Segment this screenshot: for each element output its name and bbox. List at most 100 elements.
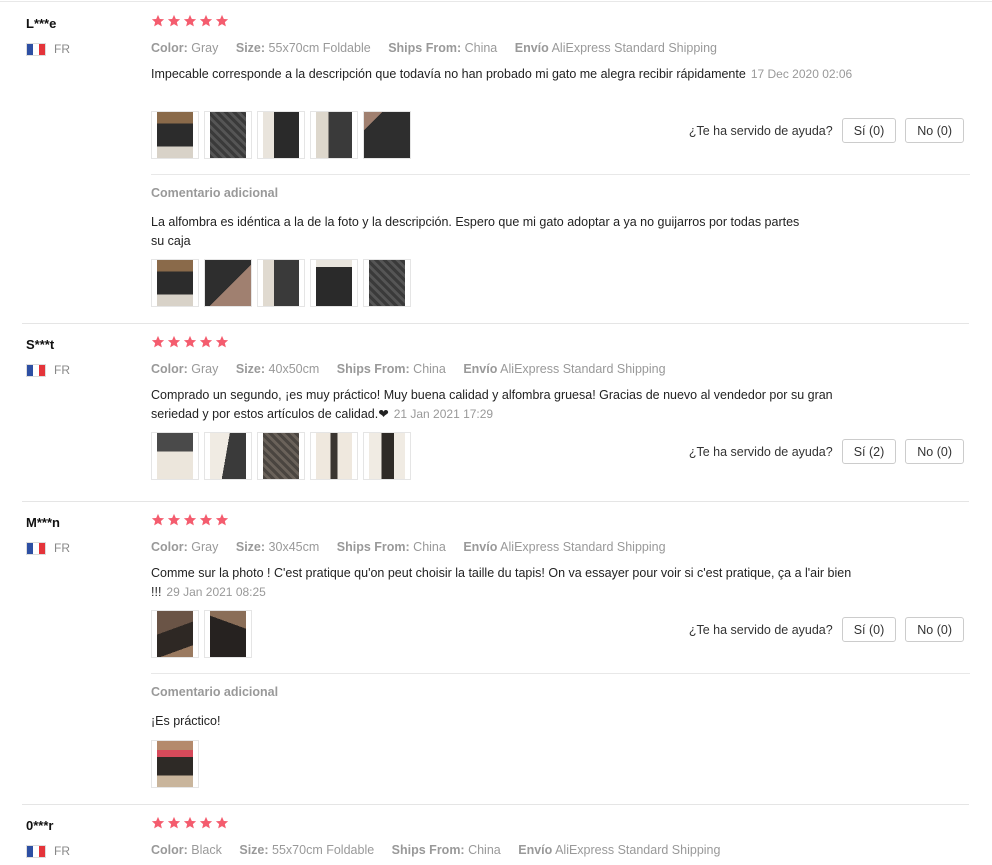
spec-key: Ships From: <box>336 362 410 376</box>
review-date: 21 Jan 2021 17:29 <box>393 406 494 421</box>
spec-value: Gray <box>191 540 219 554</box>
review-photo-thumbnail[interactable] <box>151 259 199 307</box>
star-icon <box>199 14 213 27</box>
reviewer-name: L***e <box>26 16 57 31</box>
spec-value: 55x70cm Foldable <box>268 41 371 55</box>
star-rating <box>151 816 229 830</box>
review-photo-thumbnail[interactable] <box>310 259 358 307</box>
helpful-vote: ¿Te ha servido de ayuda? Sí (2) No (0) <box>689 439 964 464</box>
spec-key: Size: <box>235 540 266 554</box>
spec-key: Color: <box>151 41 188 55</box>
spec-key: Envío <box>463 540 498 554</box>
spec-value: China <box>413 540 446 554</box>
helpful-vote: ¿Te ha servido de ayuda? Sí (0) No (0) <box>689 617 964 642</box>
star-icon <box>199 513 213 526</box>
order-specs: Color: Black Size: 55x70cm Foldable Ship… <box>151 843 734 857</box>
france-flag-icon <box>26 363 46 377</box>
order-specs: Color: Gray Size: 55x70cm Foldable Ships… <box>151 41 731 55</box>
review-photo-thumbnail[interactable] <box>257 111 305 159</box>
france-flag-icon <box>26 42 46 56</box>
review-photo-thumbnail[interactable] <box>151 111 199 159</box>
review-photo-thumbnail[interactable] <box>204 610 252 658</box>
helpful-yes-button[interactable]: Sí (0) <box>841 118 897 143</box>
helpful-question: ¿Te ha servido de ayuda? <box>688 444 833 459</box>
star-icon <box>183 14 197 27</box>
star-icon <box>167 513 181 526</box>
review-item: L***e FR Color: Gray Size: 55x70cm Folda… <box>0 0 992 324</box>
review-text: Comme sur la photo ! C'est pratique qu'o… <box>151 564 871 601</box>
star-icon <box>167 335 181 348</box>
review-photo-thumbnail[interactable] <box>310 111 358 159</box>
spec-value: AliExpress Standard Shipping <box>500 540 666 554</box>
review-photo-thumbnail[interactable] <box>204 111 252 159</box>
spec-value: Gray <box>191 41 219 55</box>
france-flag-icon <box>26 541 46 555</box>
spec-key: Size: <box>239 843 269 857</box>
review-photo-thumbnail[interactable] <box>204 432 252 480</box>
helpful-yes-button[interactable]: Sí (2) <box>841 439 897 464</box>
review-text: Impecable corresponde a la descripción q… <box>151 65 871 84</box>
spec-key: Color: <box>151 843 188 857</box>
additional-comment-title: Comentario adicional <box>151 685 279 699</box>
review-item: M***n FR Color: Gray Size: 30x45cm Ships… <box>0 499 992 805</box>
spec-key: Ships From: <box>391 843 465 857</box>
review-photo-thumbnail[interactable] <box>310 432 358 480</box>
star-icon <box>183 816 197 829</box>
reviewer-name: M***n <box>26 515 60 530</box>
star-icon <box>215 816 229 829</box>
star-icon <box>199 335 213 348</box>
review-photo-thumbnail[interactable] <box>151 740 199 788</box>
spec-value: Gray <box>191 362 219 376</box>
spec-key: Size: <box>235 41 266 55</box>
review-photo-thumbnail[interactable] <box>363 259 411 307</box>
country-code: FR <box>54 844 70 858</box>
helpful-question: ¿Te ha servido de ayuda? <box>688 622 833 637</box>
review-photo-thumbnail[interactable] <box>204 259 252 307</box>
spec-key: Ships From: <box>336 540 410 554</box>
country-code: FR <box>54 42 70 56</box>
country-code: FR <box>54 363 70 377</box>
spec-key: Color: <box>151 362 188 376</box>
star-icon <box>151 816 165 829</box>
spec-key: Size: <box>235 362 266 376</box>
star-rating <box>151 335 229 349</box>
review-date: 29 Jan 2021 08:25 <box>166 584 266 599</box>
spec-key: Color: <box>151 540 188 554</box>
star-rating <box>151 14 229 28</box>
review-text: Comprado un segundo, ¡es muy práctico! M… <box>151 386 871 423</box>
helpful-no-button[interactable]: No (0) <box>905 439 964 464</box>
spec-value: Black <box>191 843 222 857</box>
helpful-no-button[interactable]: No (0) <box>905 118 964 143</box>
review-photo-thumbnail[interactable] <box>151 610 199 658</box>
review-photo-thumbnail[interactable] <box>257 259 305 307</box>
review-date: 17 Dec 2020 02:06 <box>750 67 853 81</box>
review-photo-thumbnail[interactable] <box>257 432 305 480</box>
review-photo-thumbnail[interactable] <box>363 111 411 159</box>
star-icon <box>167 816 181 829</box>
reviewer-country: FR <box>26 363 70 377</box>
review-photo-thumbnail[interactable] <box>151 432 199 480</box>
star-icon <box>151 513 165 526</box>
spec-key: Envío <box>463 362 498 376</box>
review-item: S***t FR Color: Gray Size: 40x50cm Ships… <box>0 321 992 501</box>
star-icon <box>199 816 213 829</box>
reviewer-country: FR <box>26 844 70 858</box>
reviewer-name: 0***r <box>26 818 54 833</box>
helpful-yes-button[interactable]: Sí (0) <box>841 617 897 642</box>
reviewer-name: S***t <box>26 337 55 352</box>
order-specs: Color: Gray Size: 40x50cm Ships From: Ch… <box>151 362 680 376</box>
additional-photos <box>151 740 199 788</box>
star-icon <box>183 335 197 348</box>
additional-photos <box>151 259 411 307</box>
helpful-no-button[interactable]: No (0) <box>905 617 964 642</box>
spec-value: 30x45cm <box>268 540 320 554</box>
spec-value: AliExpress Standard Shipping <box>551 41 717 55</box>
review-photos <box>151 610 252 658</box>
review-photo-thumbnail[interactable] <box>363 432 411 480</box>
spec-key: Ships From: <box>388 41 462 55</box>
reviewer-country: FR <box>26 42 70 56</box>
review-body: Impecable corresponde a la descripción q… <box>151 67 746 81</box>
spec-value: China <box>464 41 498 55</box>
star-icon <box>183 513 197 526</box>
review-photos <box>151 111 411 159</box>
